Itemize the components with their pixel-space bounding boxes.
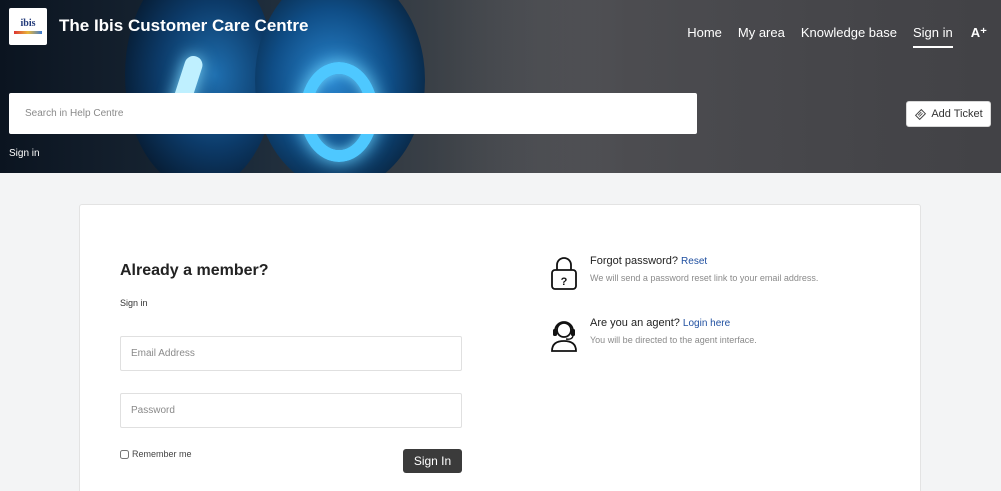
add-ticket-label: Add Ticket xyxy=(931,108,983,120)
agent-text: Are you an agent? xyxy=(590,317,680,329)
main-nav: Home My area Knowledge base Sign in A⁺ xyxy=(671,17,987,48)
site-logo[interactable]: ibis xyxy=(9,8,47,45)
nav-sign-in[interactable]: Sign in xyxy=(913,25,953,48)
nav-my-area[interactable]: My area xyxy=(738,25,785,40)
forgot-password-text: Forgot password? xyxy=(590,255,679,267)
remember-me[interactable]: Remember me xyxy=(120,449,192,459)
nav-knowledge-base[interactable]: Knowledge base xyxy=(801,25,897,40)
headset-agent-icon xyxy=(551,321,577,352)
email-field[interactable] xyxy=(120,336,462,371)
hero-header: ibis The Ibis Customer Care Centre Home … xyxy=(0,0,1001,173)
login-card: Already a member? Sign in Remember me Si… xyxy=(79,204,921,491)
svg-text:?: ? xyxy=(561,276,568,288)
remember-me-label: Remember me xyxy=(132,449,192,459)
forgot-password-desc: We will send a password reset link to yo… xyxy=(590,273,819,283)
search-input[interactable] xyxy=(9,93,697,134)
agent-login-link[interactable]: Login here xyxy=(683,318,730,329)
remember-me-checkbox[interactable] xyxy=(120,449,129,459)
sign-in-button[interactable]: Sign In xyxy=(403,449,462,473)
logo-text: ibis xyxy=(20,18,36,29)
login-subheading: Sign in xyxy=(120,298,148,308)
password-field[interactable] xyxy=(120,393,462,428)
agent-title: Are you an agent? Login here xyxy=(590,317,730,329)
lock-question-icon: ? xyxy=(551,257,577,290)
reset-link[interactable]: Reset xyxy=(681,256,707,267)
font-size-toggle-icon[interactable]: A⁺ xyxy=(971,25,987,41)
forgot-password-title: Forgot password? Reset xyxy=(590,255,707,267)
add-ticket-button[interactable]: Add Ticket xyxy=(906,101,991,127)
ticket-icon xyxy=(915,108,927,120)
breadcrumb: Sign in xyxy=(9,148,40,159)
login-heading: Already a member? xyxy=(120,262,269,279)
site-title[interactable]: The Ibis Customer Care Centre xyxy=(59,16,308,36)
nav-home[interactable]: Home xyxy=(687,25,722,40)
agent-desc: You will be directed to the agent interf… xyxy=(590,335,757,345)
logo-swoosh xyxy=(14,31,42,34)
